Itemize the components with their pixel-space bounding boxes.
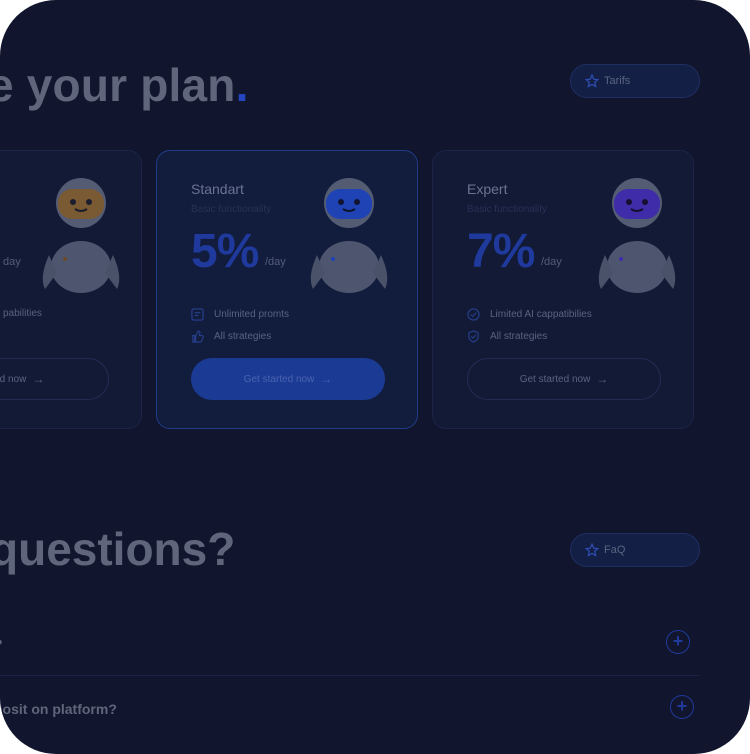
get-started-button[interactable]: Get started now →: [191, 358, 385, 400]
plan-subtitle: Basic functionality: [191, 204, 272, 215]
plan-card-standart: Standart Basic functionality 5% /day Unl…: [156, 150, 418, 429]
check-circle-icon: [467, 308, 480, 321]
arrow-right-icon: →: [32, 372, 45, 386]
robot-icon: [310, 178, 388, 293]
faq-divider: [0, 675, 700, 676]
robot-face: [326, 189, 372, 219]
faq-item[interactable]: posit on platform? +: [0, 679, 704, 739]
plans-title-text: e your plan: [0, 59, 236, 111]
plans-title: e your plan.: [0, 58, 249, 112]
plus-icon[interactable]: +: [670, 695, 694, 719]
plan-feature: All strategies: [467, 330, 547, 343]
plan-card-basic: day pabilities tarted now→: [0, 150, 142, 429]
arrow-right-icon: →: [596, 372, 609, 386]
faq-badge-label: FaQ: [604, 544, 626, 556]
robot-icon: [42, 178, 120, 293]
get-started-button[interactable]: Get started now →: [467, 358, 661, 400]
faq-question: posit on platform?: [0, 701, 117, 717]
faq-badge: FaQ: [570, 533, 700, 567]
plan-per: /day: [265, 256, 286, 268]
plan-card-expert: Expert Basic functionality 7% /day Limit…: [432, 150, 694, 429]
robot-icon: [598, 178, 676, 293]
pricing-page: e your plan. Tarifs day pabilities tarte…: [0, 0, 750, 754]
plan-per: /day: [541, 256, 562, 268]
star-icon: [585, 74, 599, 88]
prompt-icon: [191, 308, 204, 321]
plan-feature: Unlimited promts: [191, 308, 289, 321]
tarifs-badge: Tarifs: [570, 64, 700, 98]
robot-face: [58, 189, 104, 219]
thumbs-up-icon: [192, 330, 204, 343]
plan-feature: All strategies: [191, 330, 271, 343]
plan-name: Expert: [467, 181, 508, 197]
plan-feature: pabilities: [3, 308, 42, 319]
faq-question: ?: [0, 636, 3, 652]
plan-percent: 7%: [467, 225, 535, 278]
get-started-button[interactable]: tarted now→: [0, 358, 109, 400]
plan-subtitle: Basic functionality: [467, 204, 548, 215]
plans-title-dot: .: [235, 59, 249, 111]
plan-per: day: [3, 256, 21, 268]
shield-check-icon: [468, 330, 479, 343]
arrow-right-icon: →: [320, 372, 333, 386]
tarifs-badge-label: Tarifs: [604, 75, 631, 87]
faq-title: questions?: [0, 523, 236, 575]
plan-feature: Limited AI cappatibilies: [467, 308, 592, 321]
plan-name: Standart: [191, 181, 244, 197]
plan-percent: 5%: [191, 225, 259, 278]
star-icon: [585, 543, 599, 557]
robot-face: [614, 189, 660, 219]
faq-item[interactable]: ? +: [0, 614, 704, 674]
plus-icon[interactable]: +: [666, 630, 690, 654]
